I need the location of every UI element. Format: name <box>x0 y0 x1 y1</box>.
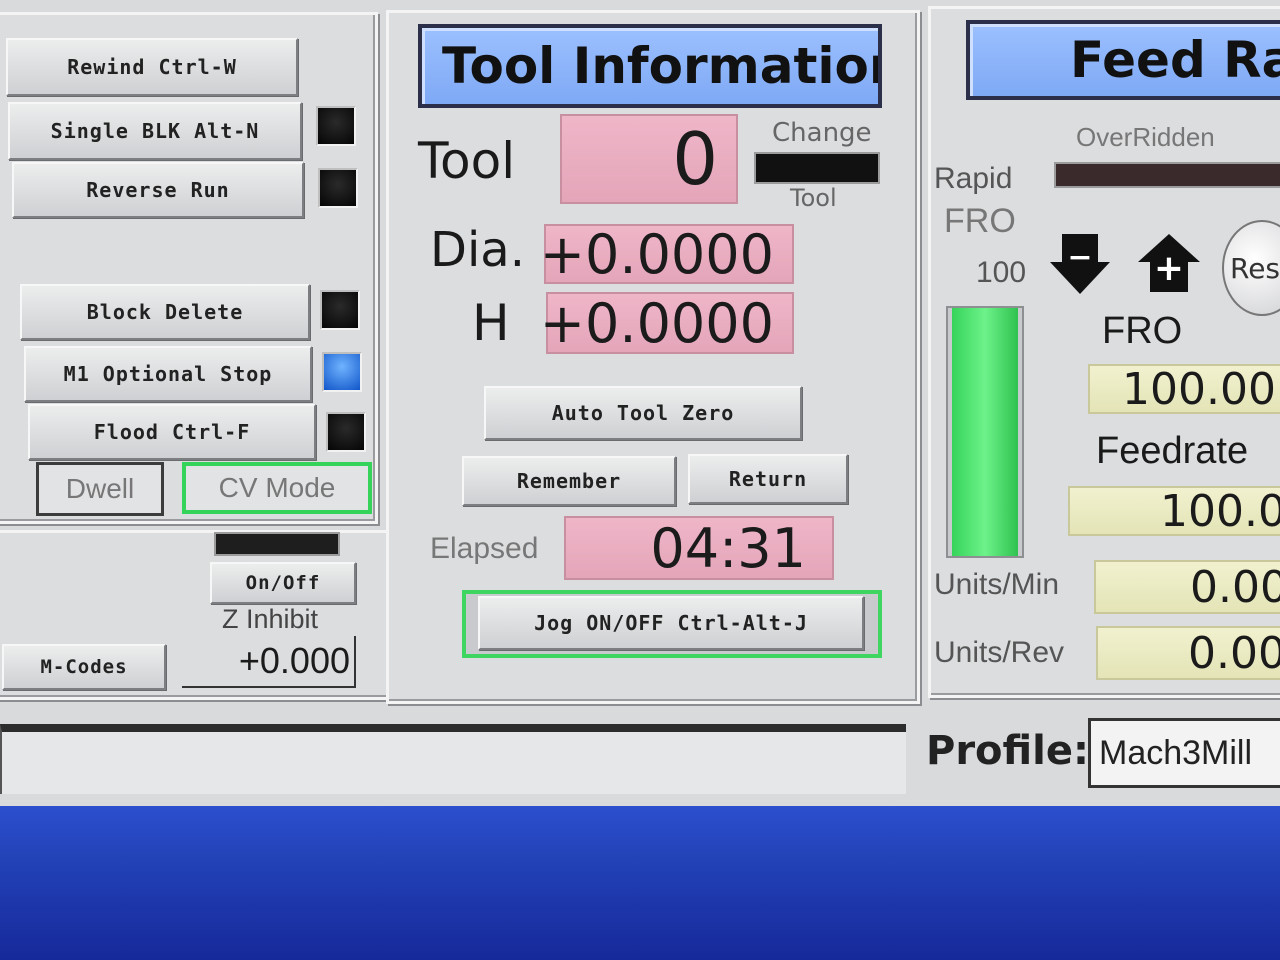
remember-button[interactable]: Remember <box>462 456 676 506</box>
diameter-value: +0.0000 <box>539 222 774 286</box>
units-per-min-label: Units/Min <box>934 568 1060 601</box>
feedrate-label: Feedrate <box>1096 430 1249 472</box>
single-block-button[interactable]: Single BLK Alt-N <box>8 102 302 160</box>
diameter-dro[interactable]: +0.0000 <box>540 223 794 286</box>
profile-field: Mach3Mill <box>1088 718 1280 788</box>
flood-button[interactable]: Flood Ctrl-F <box>28 404 316 460</box>
tool-information-title-text: Tool Information <box>442 37 882 95</box>
reverse-run-button[interactable]: Reverse Run <box>12 162 304 218</box>
overridden-led <box>1054 162 1280 188</box>
fro-label: FRO <box>1102 310 1183 352</box>
overridden-label: OverRidden <box>1076 122 1215 152</box>
m1-optional-stop-led <box>322 352 362 392</box>
change-tool-led <box>754 152 880 184</box>
units-per-rev-label: Units/Rev <box>934 636 1065 669</box>
z-inhibit-field[interactable]: +0.000 <box>182 636 356 688</box>
z-inhibit-label: Z Inhibit <box>222 604 319 634</box>
fro-decrease-glyph: − <box>1067 240 1093 275</box>
height-offset-label: H <box>472 294 510 352</box>
rapid-fro-value: 100 <box>976 256 1027 289</box>
z-inhibit-led <box>214 532 340 556</box>
status-line <box>0 724 906 794</box>
fro-dro[interactable]: 100.00 <box>1088 364 1280 414</box>
auto-tool-zero-button[interactable]: Auto Tool Zero <box>484 386 802 440</box>
tool-information-title: Tool Information <box>418 24 882 108</box>
profile-value: Mach3Mill <box>1099 733 1253 772</box>
feedrate-value: 100.00 <box>1160 486 1280 536</box>
fro-reset-label: Res <box>1230 251 1280 285</box>
fro-increase-glyph: + <box>1153 248 1185 289</box>
fro-value: 100.00 <box>1122 364 1276 414</box>
change-tool-sub-label: Tool <box>790 184 837 212</box>
return-button[interactable]: Return <box>688 454 848 504</box>
m1-optional-stop-button[interactable]: M1 Optional Stop <box>24 346 312 402</box>
reverse-run-led <box>318 168 358 208</box>
tool-label: Tool <box>418 132 516 190</box>
flood-led <box>326 412 366 452</box>
height-offset-dro[interactable]: +0.0000 <box>540 292 794 355</box>
rapid-fro-label: FRO <box>944 202 1016 240</box>
taskbar <box>0 806 1280 960</box>
units-per-min-dro: 0.00 <box>1094 560 1280 614</box>
elapsed-label: Elapsed <box>430 532 539 565</box>
dwell-label: Dwell <box>65 473 135 504</box>
single-block-led <box>316 106 356 146</box>
fro-decrease-button[interactable]: − <box>1048 232 1112 296</box>
rapid-label: Rapid <box>934 162 1013 195</box>
rapid-fro-level <box>952 308 1018 556</box>
dwell-indicator: Dwell <box>36 462 164 516</box>
units-per-min-value: 0.00 <box>1190 561 1280 613</box>
cv-mode-indicator: CV Mode <box>182 462 372 514</box>
feed-rate-title-text: Feed Rat <box>1070 31 1280 89</box>
block-delete-led <box>320 290 360 330</box>
profile-label: Profile: <box>926 728 1090 774</box>
tool-number-value: 0 <box>672 117 718 201</box>
diameter-label: Dia. <box>430 222 525 278</box>
m-codes-button[interactable]: M-Codes <box>2 644 166 690</box>
elapsed-time-dro: 04:31 <box>564 516 834 580</box>
block-delete-button[interactable]: Block Delete <box>20 284 310 340</box>
units-per-rev-dro: 0.00 <box>1096 626 1280 680</box>
change-tool-label: Change <box>772 118 872 148</box>
z-inhibit-toggle-button[interactable]: On/Off <box>210 562 356 604</box>
tool-number-dro[interactable]: 0 <box>560 114 738 204</box>
height-offset-value: +0.0000 <box>539 291 774 355</box>
units-per-rev-value: 0.00 <box>1188 627 1280 679</box>
feed-rate-title: Feed Rat <box>966 20 1280 100</box>
jog-toggle-button[interactable]: Jog ON/OFF Ctrl-Alt-J <box>478 596 864 650</box>
feedrate-dro[interactable]: 100.00 <box>1068 486 1280 536</box>
rapid-fro-slider[interactable] <box>946 306 1024 558</box>
rewind-button[interactable]: Rewind Ctrl-W <box>6 38 298 96</box>
fro-increase-button[interactable]: + <box>1136 232 1202 294</box>
cv-mode-label: CV Mode <box>218 472 336 503</box>
z-inhibit-value: +0.000 <box>238 640 350 681</box>
elapsed-time-value: 04:31 <box>650 516 806 580</box>
